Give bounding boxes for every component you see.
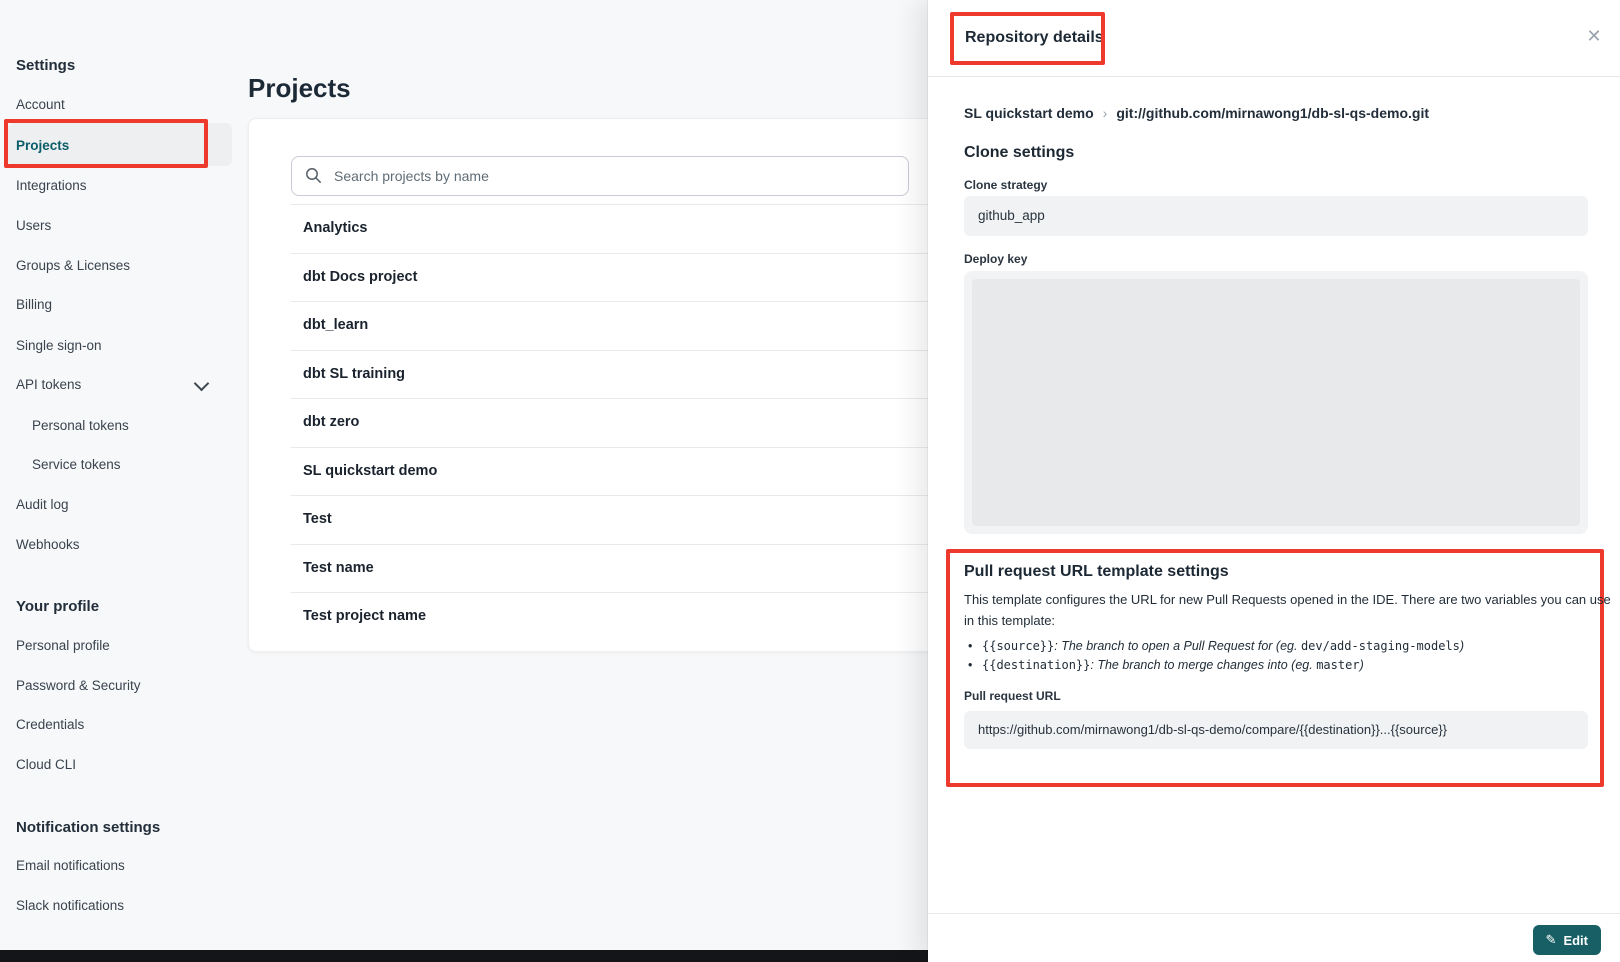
- chevron-down-icon[interactable]: [194, 376, 210, 392]
- sidebar-item-api-tokens[interactable]: API tokens: [16, 375, 81, 395]
- search-input[interactable]: [332, 158, 896, 194]
- sidebar-item-account[interactable]: Account: [16, 95, 65, 115]
- bottom-window-bar: [0, 950, 940, 962]
- repository-details-panel: Repository details ✕ SL quickstart demo ›…: [928, 0, 1620, 962]
- sidebar-item-credentials[interactable]: Credentials: [16, 715, 84, 735]
- pr-template-variables: •{{source}}: The branch to open a Pull R…: [968, 637, 1588, 675]
- pencil-icon: ✎: [1546, 932, 1557, 948]
- breadcrumb: SL quickstart demo › git://github.com/mirn…: [964, 105, 1429, 121]
- sidebar-section-settings: Settings: [16, 56, 75, 76]
- edit-button[interactable]: ✎ Edit: [1533, 925, 1601, 955]
- sidebar-item-personal-profile[interactable]: Personal profile: [16, 636, 110, 656]
- bullet-icon: •: [968, 656, 982, 675]
- breadcrumb-separator-icon: ›: [1103, 105, 1108, 121]
- source-variable-example: dev/add-staging-models: [1301, 639, 1460, 653]
- sidebar-section-notification-settings: Notification settings: [16, 818, 160, 838]
- source-variable-close: ): [1460, 639, 1464, 653]
- pr-template-heading: Pull request URL template settings: [964, 563, 1588, 581]
- destination-variable-desc: : The branch to merge changes into (eg.: [1090, 658, 1316, 672]
- panel-title: Repository details: [965, 29, 1104, 47]
- pull-request-url-label: Pull request URL: [964, 689, 1588, 703]
- pr-variable-source: •{{source}}: The branch to open a Pull R…: [968, 637, 1588, 656]
- destination-variable-example: master: [1316, 658, 1359, 672]
- sidebar-item-billing[interactable]: Billing: [16, 295, 52, 315]
- search-icon: [305, 167, 322, 184]
- source-variable-code: {{source}}: [982, 639, 1054, 653]
- pull-request-url-value: https://github.com/mirnawong1/db-sl-qs-d…: [964, 711, 1588, 749]
- destination-variable-close: ): [1360, 658, 1364, 672]
- deploy-key-label: Deploy key: [964, 252, 1027, 266]
- sidebar-item-service-tokens[interactable]: Service tokens: [32, 455, 121, 475]
- project-search: [291, 156, 909, 196]
- sidebar-item-email-notifications[interactable]: Email notifications: [16, 856, 125, 876]
- breadcrumb-repo-url: git://github.com/mirnawong1/db-sl-qs-dem…: [1116, 105, 1429, 121]
- pr-template-description: This template configures the URL for new…: [964, 589, 1614, 631]
- pr-template-section: Pull request URL template settings This …: [964, 563, 1588, 749]
- destination-variable-code: {{destination}}: [982, 658, 1090, 672]
- sidebar-section-your-profile: Your profile: [16, 597, 99, 617]
- deploy-key-field: [964, 271, 1588, 534]
- clone-settings-heading: Clone settings: [964, 144, 1074, 162]
- sidebar-item-projects[interactable]: Projects: [16, 136, 69, 156]
- app-root: Settings Account Projects Integrations U…: [0, 0, 1620, 962]
- pr-variable-destination: •{{destination}}: The branch to merge ch…: [968, 656, 1588, 675]
- annotation-box-pr-template: Pull request URL template settings This …: [946, 549, 1604, 787]
- sidebar-item-audit-log[interactable]: Audit log: [16, 495, 69, 515]
- clone-strategy-label: Clone strategy: [964, 178, 1047, 192]
- panel-header-divider: [928, 76, 1620, 77]
- clone-strategy-value: github_app: [964, 196, 1588, 236]
- sidebar-item-users[interactable]: Users: [16, 216, 51, 236]
- sidebar-item-personal-tokens[interactable]: Personal tokens: [32, 416, 129, 436]
- deploy-key-redacted-value: [972, 279, 1580, 526]
- page-title: Projects: [248, 73, 351, 104]
- sidebar-item-single-sign-on[interactable]: Single sign-on: [16, 336, 102, 356]
- panel-footer-divider: [928, 913, 1620, 914]
- breadcrumb-project[interactable]: SL quickstart demo: [964, 105, 1094, 121]
- sidebar-item-integrations[interactable]: Integrations: [16, 176, 87, 196]
- sidebar-item-webhooks[interactable]: Webhooks: [16, 535, 80, 555]
- sidebar-item-slack-notifications[interactable]: Slack notifications: [16, 896, 124, 916]
- sidebar-item-groups-licenses[interactable]: Groups & Licenses: [16, 256, 130, 276]
- close-icon[interactable]: ✕: [1580, 22, 1608, 50]
- sidebar-item-password-security[interactable]: Password & Security: [16, 676, 141, 696]
- sidebar-item-cloud-cli[interactable]: Cloud CLI: [16, 755, 76, 775]
- source-variable-desc: : The branch to open a Pull Request for …: [1054, 639, 1301, 653]
- bullet-icon: •: [968, 637, 982, 656]
- edit-button-label: Edit: [1563, 933, 1588, 948]
